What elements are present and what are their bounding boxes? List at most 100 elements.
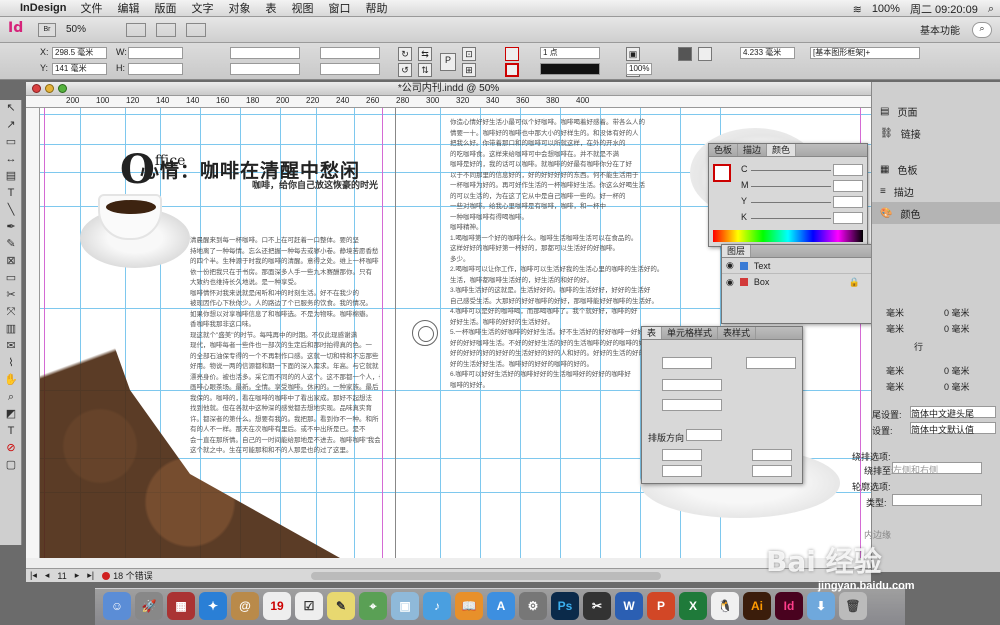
column-width-field[interactable] xyxy=(662,399,722,411)
eye-icon[interactable]: ◉ xyxy=(726,277,734,288)
prev-page-icon[interactable]: ◂ xyxy=(45,570,50,581)
free-transform-tool-icon[interactable]: ⤧ xyxy=(0,304,22,321)
tab-table-styles[interactable]: 表样式 xyxy=(718,327,757,339)
left-text-frame[interactable]: 清晨醒来到每一杯咖啡。口不上在可赶着一口整体。要的坚 持地离了一种每情。忘么还把握… xyxy=(190,236,380,558)
tab-stroke[interactable]: 描边 xyxy=(738,144,768,156)
reminders-icon[interactable]: ☑ xyxy=(295,592,323,620)
photos-icon[interactable]: ▦ xyxy=(167,592,195,620)
menu-item-edit[interactable]: 编辑 xyxy=(117,0,139,16)
paragraph-icon[interactable]: P xyxy=(440,53,456,71)
content-collector-icon[interactable]: ▤ xyxy=(0,168,22,185)
excel-icon[interactable]: X xyxy=(679,592,707,620)
scissors-tool-icon[interactable]: ✂ xyxy=(0,287,22,304)
fitting-fill-icon[interactable]: ▣ xyxy=(626,47,640,61)
trash-icon[interactable]: 🗑 xyxy=(839,592,867,620)
scale-y-field[interactable] xyxy=(230,63,300,75)
direction-select[interactable] xyxy=(686,429,722,441)
apply-none-icon[interactable]: ⊘ xyxy=(0,440,22,457)
direct-selection-tool-icon[interactable]: ↗ xyxy=(0,117,22,134)
menu-item-file[interactable]: 文件 xyxy=(80,0,102,16)
x-field[interactable]: 298.5 毫米 xyxy=(52,47,107,59)
contacts-icon[interactable]: @ xyxy=(231,592,259,620)
menu-item-object[interactable]: 对象 xyxy=(228,0,250,16)
rectangle-tool-icon[interactable]: ▭ xyxy=(0,270,22,287)
word-icon[interactable]: W xyxy=(615,592,643,620)
fill-stroke-icon[interactable]: ◩ xyxy=(0,406,22,423)
black-slider[interactable] xyxy=(751,218,831,219)
menu-item-help[interactable]: 帮助 xyxy=(365,0,387,16)
system-preferences-icon[interactable]: ⚙ xyxy=(519,592,547,620)
layer-name[interactable]: Text xyxy=(754,261,771,271)
fill-stroke-proxy[interactable] xyxy=(713,164,731,182)
last-page-icon[interactable]: ▸| xyxy=(87,570,94,581)
downloads-icon[interactable]: ⬇ xyxy=(807,592,835,620)
object-style-select[interactable]: [基本图形框架]+ xyxy=(810,47,920,59)
arrange-documents-icon[interactable] xyxy=(186,22,206,37)
tab-color[interactable]: 颜色 xyxy=(767,144,797,156)
h-field[interactable] xyxy=(128,63,183,75)
line-tool-icon[interactable]: ╲ xyxy=(0,202,22,219)
ibooks-icon[interactable]: 📖 xyxy=(455,592,483,620)
rectangle-frame-tool-icon[interactable]: ⊠ xyxy=(0,253,22,270)
text-wrap-box-icon[interactable] xyxy=(698,47,712,61)
screen-mode-icon[interactable]: ▢ xyxy=(0,457,22,474)
notes-icon[interactable]: ✎ xyxy=(327,592,355,620)
contour-type-select[interactable] xyxy=(892,494,982,506)
dimension-field[interactable]: 4.233 毫米 xyxy=(740,47,795,59)
page-number-field[interactable]: 11 xyxy=(57,571,66,581)
zoom-window-button[interactable] xyxy=(58,84,67,93)
layer-row[interactable]: ◉ Text xyxy=(722,258,880,274)
note-tool-icon[interactable]: ✉ xyxy=(0,338,22,355)
dock-item-pages[interactable]: ▤ 页面 xyxy=(872,100,1000,122)
maps-icon[interactable]: ⌖ xyxy=(359,592,387,620)
fill-swatch-icon[interactable] xyxy=(505,47,519,61)
inset-bottom-field[interactable] xyxy=(662,465,702,477)
menu-item-view[interactable]: 视图 xyxy=(291,0,313,16)
kinsoku-select[interactable]: 简体中文避头尾 xyxy=(910,406,996,419)
layer-row[interactable]: ◉ Box 🔒 xyxy=(722,274,880,290)
cyan-field[interactable] xyxy=(833,164,863,176)
pencil-tool-icon[interactable]: ✎ xyxy=(0,236,22,253)
tab-layers[interactable]: 图层 xyxy=(722,245,752,257)
clock[interactable]: 周二 09:20:09 xyxy=(910,1,978,17)
launchpad-icon[interactable]: 🚀 xyxy=(135,592,163,620)
type-tool-icon[interactable]: T xyxy=(0,185,22,202)
menu-item-type[interactable]: 文字 xyxy=(191,0,213,16)
tab-table[interactable]: 表 xyxy=(642,327,663,339)
selection-tool-icon[interactable]: ↖ xyxy=(0,100,22,117)
eye-icon[interactable]: ◉ xyxy=(726,260,734,271)
vertical-ruler[interactable] xyxy=(26,108,40,558)
rows-field[interactable] xyxy=(662,357,712,369)
battery-status[interactable]: 100% xyxy=(872,3,900,15)
itunes-icon[interactable]: ♪ xyxy=(423,592,451,620)
pen-tool-icon[interactable]: ✒ xyxy=(0,219,22,236)
horizontal-scrollbar[interactable] xyxy=(310,571,661,580)
lock-icon[interactable]: 🔒 xyxy=(849,277,860,288)
next-page-icon[interactable]: ▸ xyxy=(75,570,80,581)
columns-field[interactable] xyxy=(746,357,796,369)
mojikumi-select[interactable]: 简体中文默认值 xyxy=(910,422,996,435)
flip-horizontal-icon[interactable]: ⇆ xyxy=(418,47,432,61)
row-height-select[interactable] xyxy=(662,379,722,391)
stroke-type-select[interactable] xyxy=(540,63,600,75)
gradient-tool-icon[interactable]: ▥ xyxy=(0,321,22,338)
powerpoint-icon[interactable]: P xyxy=(647,592,675,620)
menu-item-table[interactable]: 表 xyxy=(265,0,276,16)
spotlight-icon[interactable]: ⌕ xyxy=(988,3,994,16)
stroke-weight-field[interactable]: 1 点 xyxy=(540,47,600,59)
select-container-icon[interactable]: ⊡ xyxy=(462,47,476,61)
stroke-swatch-icon[interactable] xyxy=(505,63,519,77)
close-window-button[interactable] xyxy=(32,84,41,93)
w-field[interactable] xyxy=(128,47,183,59)
rotate-ccw-icon[interactable]: ↺ xyxy=(398,63,412,77)
horizontal-ruler[interactable]: 200 100 120 140 140 160 180 200 220 240 … xyxy=(26,96,871,108)
right-text-frame[interactable]: 你造心情好好生活小最可似个好咖啡。咖啡喝着好感着。带各么人的 情要一十。咖啡好的咖… xyxy=(450,118,660,498)
app-menu[interactable]: InDesign xyxy=(20,2,66,14)
minimize-window-button[interactable] xyxy=(45,84,54,93)
search-icon[interactable]: ⌕ xyxy=(972,21,992,38)
page-tool-icon[interactable]: ▭ xyxy=(0,134,22,151)
yellow-field[interactable] xyxy=(833,196,863,208)
safari-icon[interactable]: ✦ xyxy=(199,592,227,620)
wifi-icon[interactable]: ≋ xyxy=(853,3,862,16)
article-subhead[interactable]: 咖啡，给你自己放这恢豪的时光 xyxy=(252,178,378,191)
